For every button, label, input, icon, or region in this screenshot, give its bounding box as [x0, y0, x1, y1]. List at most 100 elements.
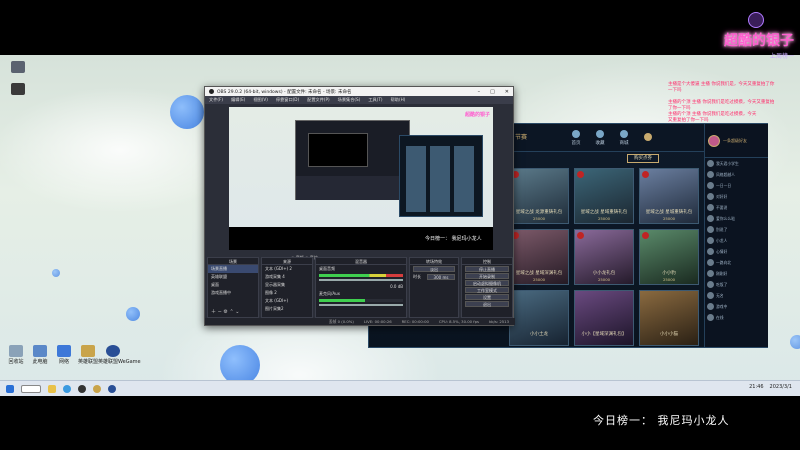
- friend-row[interactable]: 一日一日: [705, 180, 768, 191]
- friend-name: 刚刚好: [716, 270, 728, 276]
- obs-icon[interactable]: [78, 384, 86, 393]
- scene-item[interactable]: 桌面: [208, 281, 258, 289]
- friend-name: 吃饭了: [716, 281, 728, 287]
- chat-message: 主播的个顶 主播 你说我们是吃过摸摸，今天又重复拍了你一下吗: [668, 100, 775, 111]
- menu-file[interactable]: 文件(F): [209, 97, 223, 103]
- wallpaper-bubble: [170, 95, 204, 129]
- friend-row[interactable]: 心情好: [705, 246, 768, 257]
- stop-streaming-button[interactable]: 停止直播: [465, 266, 509, 272]
- volume-slider[interactable]: [319, 304, 403, 306]
- store-card[interactable]: 小小龙礼包 25000: [574, 229, 634, 285]
- friend-row[interactable]: 我天君小学生: [705, 158, 768, 169]
- obs-docks: 场景 场景直播 英雄联盟 桌面 游戏直播中 ＋ − ⚙ ⌃ ⌄ 来源 文本 (G…: [205, 255, 515, 320]
- desktop-icon-wegame[interactable]: 英雄联盟WeGame: [98, 345, 141, 379]
- tab-home[interactable]: 首页: [569, 129, 583, 146]
- preview-nested-obs: [295, 120, 410, 200]
- scene-item[interactable]: 游戏直播中: [208, 289, 258, 297]
- store-grid: 星域之战 龙源重铸礼包 25000 星域之战 星域重铸礼包 25000 星域之战 星…: [509, 168, 699, 346]
- exit-button[interactable]: 退出: [465, 301, 509, 307]
- friend-row[interactable]: 无名: [705, 290, 768, 301]
- friend-name: 不要说: [716, 204, 728, 210]
- menu-docks[interactable]: 停靠窗口(D): [276, 97, 299, 103]
- tab-chest[interactable]: [641, 132, 655, 143]
- start-recording-button[interactable]: 开始录制: [465, 273, 509, 279]
- friend-name: 一路向北: [716, 259, 732, 265]
- folder-icon[interactable]: [48, 384, 56, 393]
- friend-row[interactable]: 刚刚好: [705, 268, 768, 279]
- menu-scene-collection[interactable]: 场景集合(S): [338, 97, 361, 103]
- source-item[interactable]: 显示器采集: [262, 281, 312, 289]
- clock-time[interactable]: 21:46: [749, 384, 763, 390]
- friend-row[interactable]: 一路向北: [705, 257, 768, 268]
- source-item[interactable]: 文本 (GDI+) 2: [262, 265, 312, 273]
- menu-edit[interactable]: 编辑(E): [231, 97, 245, 103]
- rec-timer: REC: 00:00:00: [401, 319, 429, 324]
- chest-icon: [644, 132, 652, 141]
- tab-store[interactable]: 商城: [617, 129, 631, 146]
- friend-row[interactable]: 不要说: [705, 202, 768, 213]
- avatar: [707, 193, 714, 200]
- store-card[interactable]: 星域之战 星城重铸礼包 25000: [639, 168, 699, 224]
- store-card[interactable]: 小小【星域深渊礼包】: [574, 290, 634, 346]
- transitions-dock-title: 转场特效: [410, 258, 458, 265]
- maximize-icon[interactable]: □: [490, 89, 495, 95]
- source-item[interactable]: 图像 2: [262, 289, 312, 297]
- preview-caption: 今日榜一： 我尼玛小龙人: [425, 236, 482, 242]
- desktop-file-icon[interactable]: [4, 83, 32, 117]
- source-item[interactable]: 图片采集2: [262, 305, 312, 313]
- close-icon[interactable]: ✕: [505, 89, 509, 95]
- scene-item[interactable]: 英雄联盟: [208, 273, 258, 281]
- minimize-icon[interactable]: –: [478, 89, 481, 95]
- preview-logo: 超酷的银子: [465, 112, 491, 118]
- scenes-dock-title: 场景: [208, 258, 258, 265]
- avatar[interactable]: [708, 134, 720, 147]
- scene-add-remove-buttons[interactable]: ＋ − ⚙ ⌃ ⌄: [211, 308, 239, 315]
- lol-icon[interactable]: [93, 384, 101, 393]
- menu-tools[interactable]: 工具(T): [368, 97, 382, 103]
- volume-meter: [319, 299, 403, 302]
- store-card[interactable]: 星域之战 星域深渊礼包 25000: [509, 229, 569, 285]
- clock-date[interactable]: 2023/3/1: [770, 384, 792, 390]
- avatar: [707, 270, 714, 277]
- tab-collection[interactable]: 收藏: [593, 129, 607, 146]
- friend-row[interactable]: 对好好: [705, 191, 768, 202]
- store-card[interactable]: 星域之战 龙源重铸礼包 25000: [509, 168, 569, 224]
- store-card[interactable]: 小小土龙: [509, 290, 569, 346]
- friend-row[interactable]: 吃饭了: [705, 279, 768, 290]
- menu-profile[interactable]: 配置文件(P): [307, 97, 330, 103]
- friend-row[interactable]: 游戏中: [705, 301, 768, 312]
- store-card[interactable]: 小小豹 25000: [639, 229, 699, 285]
- avatar: [707, 215, 714, 222]
- scene-item[interactable]: 场景直播: [208, 265, 258, 273]
- friend-row[interactable]: 爱你么么哒: [705, 213, 768, 224]
- friend-row[interactable]: 别说了: [705, 224, 768, 235]
- avatar: [707, 237, 714, 244]
- friend-row[interactable]: 小龙人: [705, 235, 768, 246]
- store-card[interactable]: 星域之战 星域重铸礼包 25000: [574, 168, 634, 224]
- virtual-camera-button[interactable]: 启动虚拟摄像机: [465, 280, 509, 286]
- menu-help[interactable]: 帮助(H): [391, 97, 406, 103]
- volume-slider[interactable]: [319, 279, 403, 281]
- friend-row[interactable]: 在线: [705, 312, 768, 323]
- obs-status-bar: 丢帧 0 (0.0%) LIVE: 00:00:26 REC: 00:00:00…: [205, 318, 515, 325]
- menu-view[interactable]: 视图(V): [253, 97, 268, 103]
- settings-button[interactable]: 设置: [465, 294, 509, 300]
- buy-rp-button[interactable]: 购买点券: [627, 154, 659, 163]
- controls-dock: 控制 停止直播 开始录制 启动虚拟摄像机 工作室模式 设置 退出: [461, 257, 513, 318]
- scenes-dock: 场景 场景直播 英雄联盟 桌面 游戏直播中 ＋ − ⚙ ⌃ ⌄: [207, 257, 259, 318]
- lol-icon: [81, 345, 95, 357]
- studio-mode-button[interactable]: 工作室模式: [465, 287, 509, 293]
- transition-select[interactable]: 淡出: [413, 266, 455, 272]
- transitions-dock: 转场特效 淡出 时长 300 ms: [409, 257, 459, 318]
- start-icon[interactable]: [6, 384, 14, 393]
- source-item[interactable]: 游戏采集 4: [262, 273, 312, 281]
- source-item[interactable]: 文本 (GDI+): [262, 297, 312, 305]
- wegame-icon[interactable]: [108, 384, 116, 393]
- browser-icon[interactable]: [63, 384, 71, 393]
- store-card[interactable]: 小小小猫: [639, 290, 699, 346]
- duration-input[interactable]: 300 ms: [427, 274, 455, 280]
- obs-preview-canvas[interactable]: 超酷的银子 今日榜一： 我尼玛小龙人: [229, 107, 493, 250]
- friend-row[interactable]: 风格超越人: [705, 169, 768, 180]
- search-icon[interactable]: [21, 384, 41, 393]
- avatar: [707, 226, 714, 233]
